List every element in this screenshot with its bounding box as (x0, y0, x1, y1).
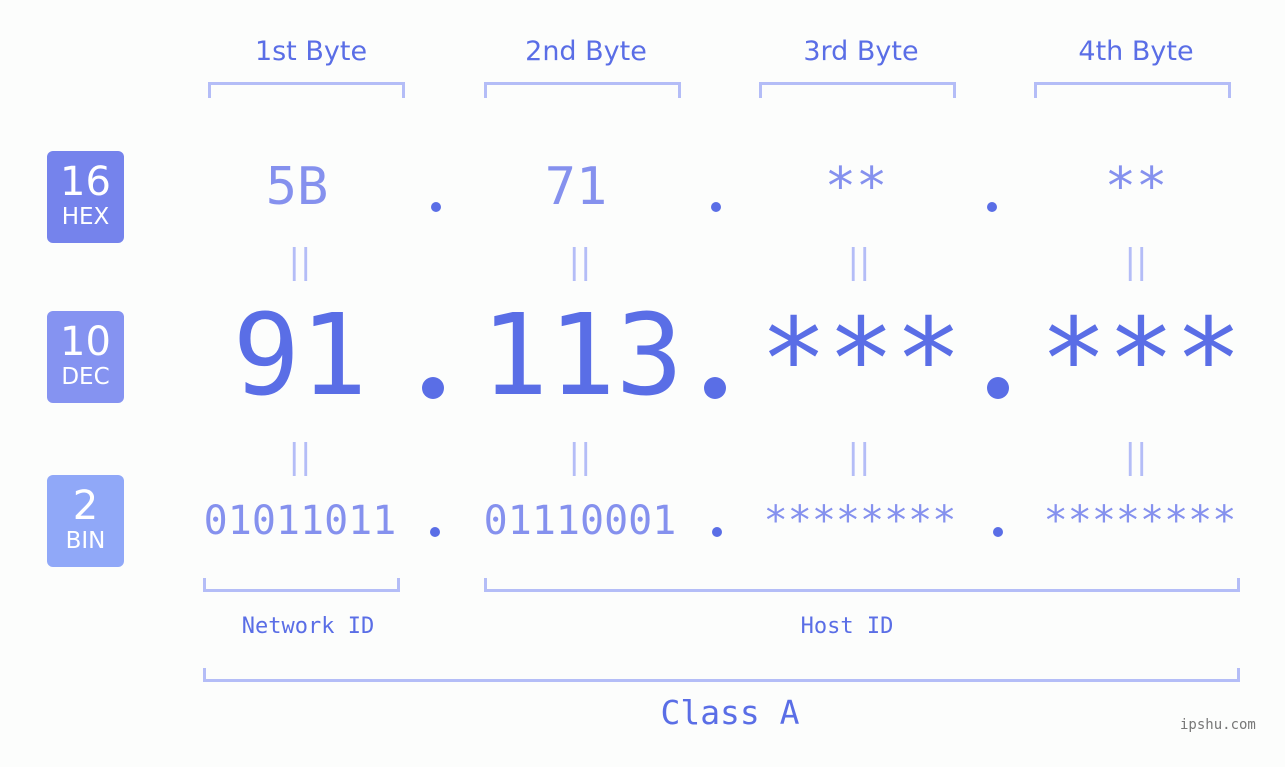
hex-value-4: ** (1104, 157, 1168, 217)
bin-badge: 2 BIN (47, 475, 124, 567)
equals-sign: || (847, 437, 871, 477)
equals-sign: || (288, 437, 312, 477)
network-id-bracket (203, 578, 400, 592)
hex-separator-dot (987, 202, 997, 212)
equals-sign: || (847, 242, 871, 282)
byte-header-1: 1st Byte (254, 36, 368, 67)
equals-sign: || (568, 437, 592, 477)
hex-badge-label: HEX (61, 204, 110, 230)
bin-badge-number: 2 (72, 483, 99, 529)
class-bracket (203, 668, 1240, 682)
dec-separator-dot (704, 377, 726, 399)
host-id-label: Host ID (800, 614, 894, 639)
byte-bracket-4 (1034, 82, 1231, 98)
byte-bracket-1 (208, 82, 405, 98)
bin-separator-dot (712, 527, 722, 537)
bin-value-4: ******** (1043, 498, 1237, 544)
byte-header-3: 3rd Byte (803, 36, 919, 67)
hex-value-3: ** (824, 157, 888, 217)
dec-separator-dot (422, 377, 444, 399)
hex-badge-number: 16 (60, 159, 111, 205)
byte-bracket-2 (484, 82, 681, 98)
watermark: ipshu.com (1180, 717, 1256, 733)
dec-value-2: 113 (480, 291, 684, 421)
hex-separator-dot (431, 202, 441, 212)
dec-separator-dot (987, 377, 1009, 399)
bin-value-2: 01110001 (483, 498, 677, 544)
bin-separator-dot (430, 527, 440, 537)
hex-separator-dot (711, 202, 721, 212)
bin-value-3: ******** (763, 498, 957, 544)
bin-badge-label: BIN (65, 528, 106, 554)
equals-sign: || (288, 242, 312, 282)
equals-sign: || (1124, 437, 1148, 477)
hex-value-1: 5B (265, 157, 329, 217)
hex-value-2: 71 (544, 157, 608, 217)
hex-badge: 16 HEX (47, 151, 124, 243)
byte-header-2: 2nd Byte (525, 36, 647, 67)
byte-header-4: 4th Byte (1078, 36, 1194, 67)
equals-sign: || (1124, 242, 1148, 282)
host-id-bracket (484, 578, 1240, 592)
bin-separator-dot (993, 527, 1003, 537)
bin-value-1: 01011011 (203, 498, 397, 544)
dec-value-1: 91 (232, 291, 368, 421)
dec-value-3: *** (759, 295, 963, 425)
byte-bracket-3 (759, 82, 956, 98)
dec-badge-label: DEC (61, 364, 110, 390)
class-label: Class A (660, 693, 800, 732)
dec-badge-number: 10 (60, 319, 111, 365)
equals-sign: || (568, 242, 592, 282)
dec-value-4: *** (1039, 295, 1243, 425)
dec-badge: 10 DEC (47, 311, 124, 403)
network-id-label: Network ID (241, 614, 375, 639)
